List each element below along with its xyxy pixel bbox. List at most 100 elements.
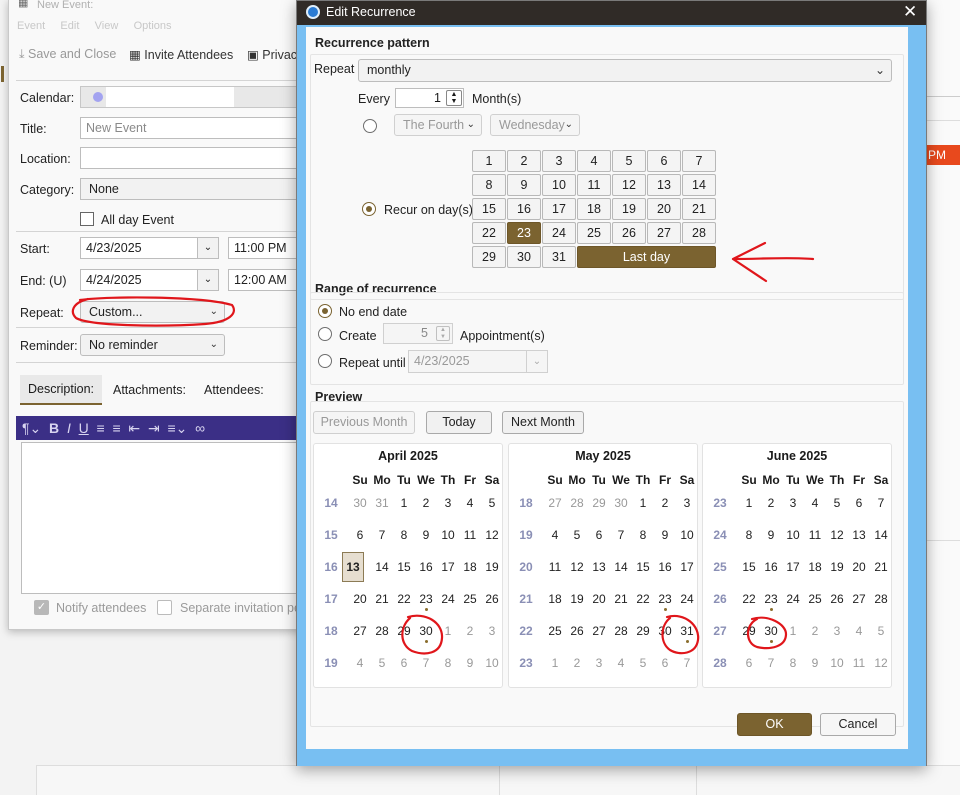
calendar-day[interactable]: 2 — [566, 656, 588, 670]
description-editor[interactable] — [21, 442, 309, 594]
calendar-day[interactable]: 30 — [760, 624, 782, 638]
every-interval-input[interactable]: 1 ▲ ▼ — [395, 88, 464, 108]
day-button-13[interactable]: 13 — [647, 174, 681, 196]
calendar-day[interactable]: 19 — [481, 560, 503, 574]
calendar-day[interactable]: 9 — [459, 656, 481, 670]
calendar-day[interactable]: 4 — [349, 656, 371, 670]
day-button-16[interactable]: 16 — [507, 198, 541, 220]
today-button[interactable]: Today — [426, 411, 492, 434]
calendar-day[interactable]: 11 — [544, 560, 566, 574]
calendar-day[interactable]: 4 — [610, 656, 632, 670]
calendar-day[interactable]: 4 — [804, 496, 826, 510]
calendar-day[interactable]: 23 — [760, 592, 782, 606]
calendar-day[interactable]: 26 — [826, 592, 848, 606]
calendar-day[interactable]: 27 — [349, 624, 371, 638]
repeat-until-radio[interactable] — [318, 354, 332, 368]
calendar-day[interactable]: 25 — [544, 624, 566, 638]
calendar-day[interactable]: 25 — [804, 592, 826, 606]
tab-description[interactable]: Description: — [20, 375, 102, 405]
calendar-day[interactable]: 6 — [738, 656, 760, 670]
calendar-day[interactable]: 3 — [481, 624, 503, 638]
calendar-day[interactable]: 23 — [415, 592, 437, 606]
spin-buttons[interactable]: ▲ ▼ — [446, 90, 462, 106]
calendar-day[interactable]: 5 — [566, 528, 588, 542]
calendar-day[interactable]: 2 — [459, 624, 481, 638]
calendar-day[interactable]: 22 — [393, 592, 415, 606]
calendar-day[interactable]: 1 — [632, 496, 654, 510]
calendar-day[interactable]: 1 — [437, 624, 459, 638]
numbered-list-icon[interactable]: ≡ — [112, 420, 120, 436]
day-button-22[interactable]: 22 — [472, 222, 506, 244]
calendar-day[interactable]: 5 — [826, 496, 848, 510]
day-button-4[interactable]: 4 — [577, 150, 611, 172]
calendar-day[interactable]: 4 — [848, 624, 870, 638]
calendar-day[interactable]: 2 — [804, 624, 826, 638]
calendar-day[interactable]: 6 — [393, 656, 415, 670]
spin-down-icon[interactable]: ▼ — [440, 334, 446, 340]
calendar-day[interactable]: 3 — [676, 496, 698, 510]
calendar-day[interactable]: 8 — [393, 528, 415, 542]
calendar-day[interactable]: 31 — [676, 624, 698, 638]
calendar-day[interactable]: 6 — [654, 656, 676, 670]
all-day-checkbox[interactable] — [80, 212, 94, 226]
day-button-5[interactable]: 5 — [612, 150, 646, 172]
count-spin-buttons[interactable]: ▲ ▼ — [436, 326, 450, 341]
calendar-day[interactable]: 21 — [371, 592, 393, 606]
calendar-day[interactable]: 18 — [544, 592, 566, 606]
calendar-day[interactable]: 28 — [371, 624, 393, 638]
calendar-day[interactable]: 23 — [654, 592, 676, 606]
calendar-day[interactable]: 13 — [342, 560, 364, 574]
appointment-count-input[interactable]: 5 ▲ ▼ — [383, 323, 453, 344]
calendar-day[interactable]: 19 — [826, 560, 848, 574]
day-button-18[interactable]: 18 — [577, 198, 611, 220]
calendar-day[interactable]: 5 — [632, 656, 654, 670]
calendar-day[interactable]: 7 — [676, 656, 698, 670]
calendar-day[interactable]: 9 — [654, 528, 676, 542]
day-button-7[interactable]: 7 — [682, 150, 716, 172]
repeat-select[interactable]: Custom... ⌄ — [80, 301, 225, 323]
calendar-day[interactable]: 30 — [654, 624, 676, 638]
calendar-day[interactable]: 12 — [826, 528, 848, 542]
calendar-day[interactable]: 12 — [481, 528, 503, 542]
calendar-day[interactable]: 28 — [870, 592, 892, 606]
calendar-day[interactable]: 17 — [782, 560, 804, 574]
ordinal-select[interactable]: The Fourth ⌄ — [394, 114, 482, 136]
calendar-day[interactable]: 1 — [782, 624, 804, 638]
calendar-day[interactable]: 8 — [632, 528, 654, 542]
day-button-21[interactable]: 21 — [682, 198, 716, 220]
calendar-day[interactable]: 11 — [459, 528, 481, 542]
day-button-20[interactable]: 20 — [647, 198, 681, 220]
calendar-day[interactable]: 7 — [371, 528, 393, 542]
calendar-day[interactable]: 8 — [782, 656, 804, 670]
calendar-day[interactable]: 22 — [738, 592, 760, 606]
calendar-day[interactable]: 18 — [804, 560, 826, 574]
link-icon[interactable]: ∞ — [195, 420, 205, 436]
chevron-down-icon[interactable]: ⌄ — [197, 270, 218, 290]
calendar-day[interactable]: 26 — [566, 624, 588, 638]
menu-options[interactable]: Options — [134, 20, 172, 32]
menu-view[interactable]: View — [95, 20, 119, 32]
calendar-day[interactable]: 7 — [870, 496, 892, 510]
calendar-day[interactable]: 3 — [588, 656, 610, 670]
day-button-14[interactable]: 14 — [682, 174, 716, 196]
day-button-23[interactable]: 23 — [507, 222, 541, 244]
outdent-icon[interactable]: ⇤ — [128, 420, 140, 436]
calendar-day[interactable]: 20 — [349, 592, 371, 606]
bold-icon[interactable]: B — [49, 420, 59, 436]
calendar-day[interactable]: 10 — [782, 528, 804, 542]
calendar-day[interactable]: 20 — [588, 592, 610, 606]
calendar-day[interactable]: 2 — [760, 496, 782, 510]
calendar-day[interactable]: 24 — [437, 592, 459, 606]
day-button-25[interactable]: 25 — [577, 222, 611, 244]
title-input[interactable]: New Event — [80, 117, 309, 139]
calendar-day[interactable]: 3 — [782, 496, 804, 510]
calendar-day[interactable]: 6 — [588, 528, 610, 542]
day-button-28[interactable]: 28 — [682, 222, 716, 244]
calendar-day[interactable]: 29 — [632, 624, 654, 638]
reminder-select[interactable]: No reminder ⌄ — [80, 334, 225, 356]
day-button-2[interactable]: 2 — [507, 150, 541, 172]
calendar-day[interactable]: 8 — [738, 528, 760, 542]
calendar-day[interactable]: 13 — [588, 560, 610, 574]
calendar-day[interactable]: 10 — [826, 656, 848, 670]
calendar-day[interactable]: 20 — [848, 560, 870, 574]
